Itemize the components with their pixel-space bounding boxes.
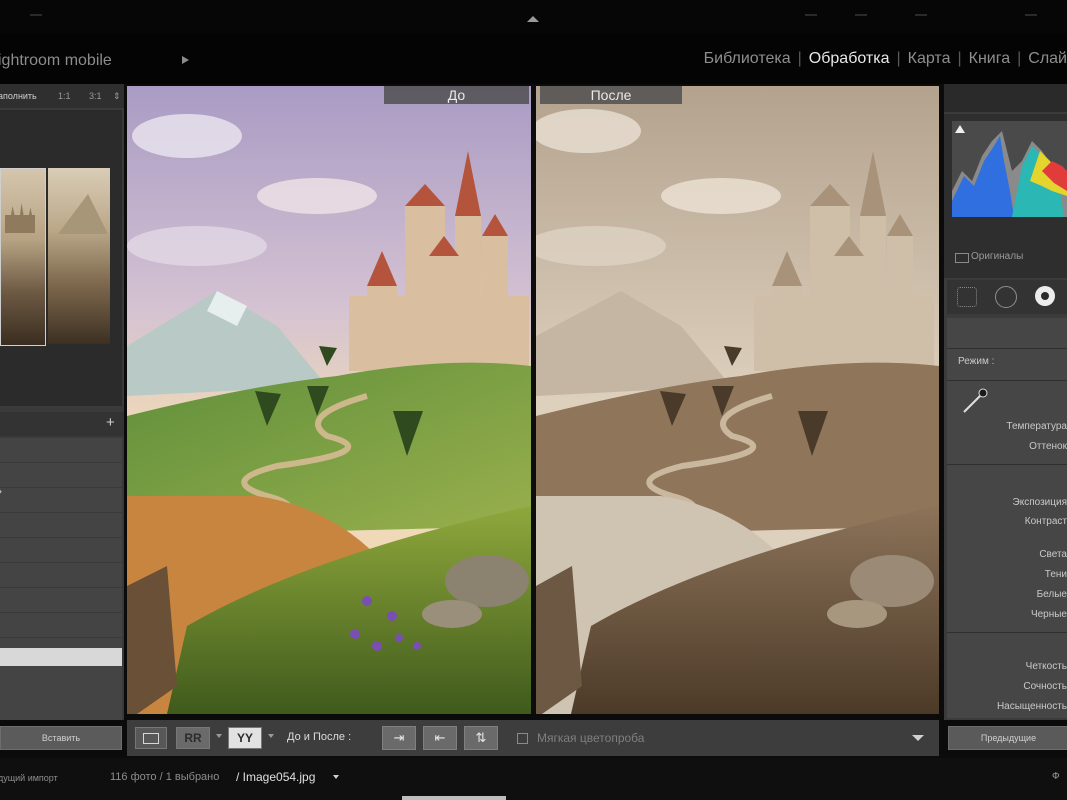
- zoom-stepper-icon[interactable]: ⇕: [113, 91, 121, 102]
- contrast-label: Контраст: [1024, 516, 1067, 527]
- treatment-label: Режим :: [958, 356, 995, 367]
- chevron-down-icon[interactable]: [216, 734, 222, 738]
- module-book[interactable]: Книга: [962, 50, 1017, 68]
- divider: [947, 348, 1067, 349]
- navigator-header: аполнить 1:1 3:1 ⇕: [0, 84, 124, 108]
- previous-button[interactable]: Предыдущие: [948, 726, 1067, 750]
- list-item[interactable]: [0, 513, 122, 538]
- paste-button[interactable]: Вставить: [0, 726, 122, 750]
- module-map[interactable]: Карта: [901, 50, 958, 68]
- originals-label: Оригиналы: [971, 251, 1024, 262]
- softproof-label: Мягкая цветопроба: [537, 731, 645, 745]
- divider: [947, 632, 1067, 633]
- list-item[interactable]: [0, 588, 122, 613]
- copy-before-to-after-button[interactable]: ⇥: [382, 726, 416, 750]
- filmstrip-thumbnail-selected[interactable]: [402, 796, 506, 800]
- preset-list: [0, 438, 122, 720]
- list-item[interactable]: [0, 463, 122, 488]
- preset-item-selected[interactable]: [0, 648, 122, 666]
- before-after-split-button[interactable]: YY: [228, 727, 262, 749]
- before-after-label: До и После :: [287, 731, 352, 743]
- zoom-1-1-option[interactable]: 1:1: [58, 91, 71, 101]
- clarity-label: Четкость: [1025, 661, 1067, 672]
- copy-after-to-before-button[interactable]: ⇤: [423, 726, 457, 750]
- histogram[interactable]: [952, 121, 1067, 217]
- divider: [947, 380, 1067, 381]
- histogram-graph: [952, 131, 1067, 217]
- shadow-clipping-warning-icon[interactable]: [955, 125, 965, 133]
- exposure-label: Экспозиция: [1012, 497, 1067, 508]
- highlights-label: Света: [1039, 549, 1067, 560]
- originals-checkbox[interactable]: [955, 253, 969, 263]
- module-picker: Библиотека | Обработка | Карта | Книга |…: [697, 50, 1067, 68]
- crop-overlay-icon[interactable]: [957, 287, 977, 307]
- zoom-fill-option[interactable]: аполнить: [0, 91, 37, 101]
- toolbar-menu-chevron-icon[interactable]: [912, 735, 924, 741]
- before-label: До: [384, 86, 529, 104]
- before-image: [127, 86, 531, 714]
- identity-plate: ightroom mobile: [0, 52, 112, 69]
- after-image: [536, 86, 939, 714]
- blacks-label: Черные: [1030, 609, 1067, 620]
- panel-toggle-arrow-icon[interactable]: [527, 16, 539, 22]
- temperature-label: Температура: [1006, 421, 1067, 432]
- zoom-3-1-option[interactable]: 3:1: [89, 91, 102, 101]
- navigator-thumbnail-after[interactable]: [48, 168, 110, 344]
- softproof-checkbox[interactable]: [517, 733, 528, 744]
- navigator-thumbnail-before[interactable]: [0, 168, 46, 346]
- red-eye-icon-center: [1041, 292, 1049, 300]
- list-item[interactable]: [0, 563, 122, 588]
- list-item[interactable]: [0, 438, 122, 463]
- tint-label: Оттенок: [1029, 441, 1067, 452]
- identity-play-icon[interactable]: [182, 56, 189, 64]
- module-library[interactable]: Библиотека: [697, 50, 798, 68]
- photo-before[interactable]: До: [127, 86, 531, 714]
- add-preset-icon[interactable]: +: [106, 414, 115, 431]
- list-item[interactable]: [0, 538, 122, 563]
- vibrance-label: Сочность: [1023, 681, 1067, 692]
- preset-folder-arrow-icon[interactable]: ›: [0, 484, 2, 498]
- after-label: После: [540, 86, 682, 104]
- chevron-down-icon[interactable]: [268, 734, 274, 738]
- white-balance-eyedropper-icon[interactable]: [960, 386, 990, 416]
- module-slideshow[interactable]: Слай: [1021, 50, 1067, 68]
- shadows-label: Тени: [1044, 569, 1067, 580]
- current-file-name[interactable]: / Image054.jpg: [236, 770, 315, 784]
- list-item[interactable]: [0, 613, 122, 638]
- whites-label: Белые: [1036, 589, 1067, 600]
- saturation-label: Насыщенность: [996, 701, 1067, 712]
- divider: [947, 464, 1067, 465]
- filter-label[interactable]: Ф: [1052, 771, 1060, 782]
- filmstrip-source[interactable]: дущий импорт: [0, 773, 58, 783]
- histogram-header[interactable]: [944, 84, 1067, 112]
- loupe-view-button[interactable]: [135, 727, 167, 749]
- chevron-down-icon[interactable]: [333, 775, 339, 779]
- eyedropper-graphic: [963, 388, 988, 413]
- list-item[interactable]: [0, 488, 122, 513]
- before-after-left-right-button[interactable]: RR: [176, 727, 210, 749]
- photo-count: 116 фото / 1 выбрано: [110, 771, 220, 783]
- photo-after[interactable]: После: [536, 86, 939, 714]
- spot-removal-icon[interactable]: [995, 286, 1017, 308]
- swap-before-after-button[interactable]: ⇅: [464, 726, 498, 750]
- module-develop[interactable]: Обработка: [802, 50, 897, 68]
